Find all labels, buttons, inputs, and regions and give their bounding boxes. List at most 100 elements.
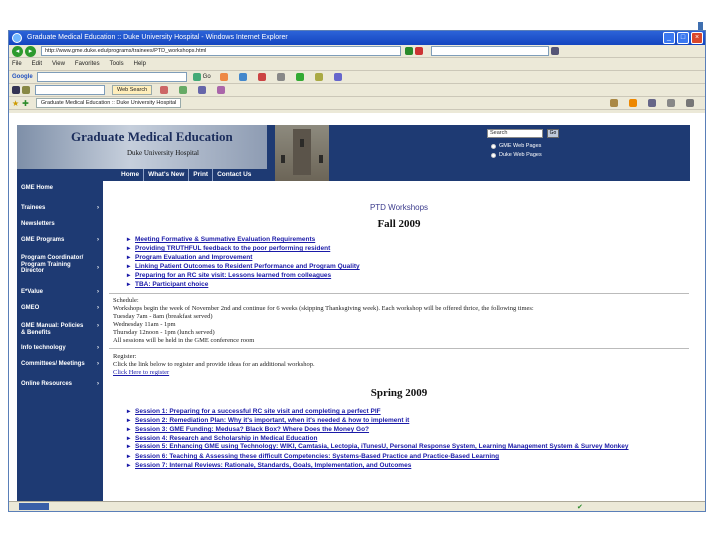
fall-heading: Fall 2009 [377, 218, 421, 230]
toolbar-tool[interactable] [295, 73, 306, 81]
site-sidebar: GME Home Trainees › Newsletters GME Progr… [17, 181, 103, 511]
google-toolbar: Google Go [9, 71, 705, 84]
browser-window: Graduate Medical Education :: Duke Unive… [8, 30, 706, 512]
sidebar-item-gmeo[interactable]: GMEO › [21, 305, 99, 312]
main-content: PTD Workshops Fall 2009 Meeting Formativ… [109, 181, 689, 511]
back-arrow-icon[interactable]: ◂ [12, 45, 23, 57]
forward-arrow-icon[interactable]: ▸ [25, 45, 36, 57]
menu-file[interactable]: File [12, 61, 22, 67]
toolbar-tool[interactable] [314, 73, 325, 81]
fall-workshop-link[interactable]: Meeting Formative & Summative Evaluation… [127, 235, 360, 244]
fall-workshop-list: Meeting Formative & Summative Evaluation… [127, 235, 360, 289]
chevron-right-icon: › [97, 305, 99, 311]
toolbar-tool[interactable] [179, 86, 189, 94]
sidebar-item-committees[interactable]: Committees/ Meetings › [21, 361, 99, 368]
sidebar-item-program-coordinator[interactable]: Program Coordinator/ Program Training Di… [21, 255, 99, 275]
menu-bar: File Edit View Favorites Tools Help [9, 58, 705, 71]
add-favorite-icon[interactable]: ✚ [22, 99, 29, 108]
spring-session-link[interactable]: Session 2: Remediation Plan: Why it's im… [127, 416, 687, 425]
radio-duke-web-pages[interactable]: Duke Web Pages [491, 152, 542, 158]
toolbar-tool[interactable] [198, 86, 208, 94]
sidebar-item-gme-manual[interactable]: GME Manual: Policies & Benefits › [21, 323, 99, 336]
toolbar-tool[interactable] [276, 73, 287, 81]
sidebar-item-trainees[interactable]: Trainees › [21, 205, 99, 212]
fall-workshop-link[interactable]: Providing TRUTHFUL feedback to the poor … [127, 244, 360, 253]
divider [109, 348, 689, 349]
toolbar-tool[interactable] [219, 73, 230, 81]
chevron-right-icon: › [97, 323, 99, 329]
page-menu-icon[interactable] [667, 99, 677, 107]
register-link[interactable]: Click Here to register [113, 369, 315, 377]
site-top-nav: Home What's New Print Contact Us [117, 169, 255, 181]
spring-session-link[interactable]: Session 4: Research and Scholarship in M… [127, 434, 687, 443]
radio-icon[interactable] [491, 143, 496, 149]
sidebar-item-info-technology[interactable]: Info technology › [21, 345, 99, 352]
address-bar[interactable]: http://www.gme.duke.edu/programs/trainee… [41, 46, 401, 56]
divider [109, 293, 689, 294]
dropdown-icon[interactable] [22, 86, 30, 94]
chevron-right-icon: › [97, 345, 99, 351]
go-arrow-icon[interactable] [405, 47, 413, 55]
chevron-right-icon: › [97, 205, 99, 211]
site-search-input[interactable]: Search [487, 129, 543, 138]
presentation-slide: Graduate Medical Education :: Duke Unive… [0, 0, 720, 540]
toolbar-tool[interactable] [238, 73, 249, 81]
nav-home[interactable]: Home [117, 169, 145, 181]
toolbar-search-field[interactable] [35, 85, 105, 95]
site-search-go-button[interactable]: Go [547, 129, 559, 138]
spring-session-link[interactable]: Session 1: Preparing for a successful RC… [127, 407, 687, 416]
spring-session-list: Session 1: Preparing for a successful RC… [127, 407, 687, 470]
site-title: Graduate Medical Education [71, 129, 233, 144]
home-icon[interactable] [610, 99, 620, 107]
nav-print[interactable]: Print [189, 169, 214, 181]
radio-gme-web-pages[interactable]: GME Web Pages [491, 143, 541, 149]
favorites-star-icon[interactable]: ★ [12, 99, 19, 108]
sidebar-item-evalue[interactable]: E*Value › [21, 289, 99, 296]
toolbar-tool[interactable] [217, 86, 227, 94]
minimize-button[interactable]: _ [663, 32, 675, 44]
sidebar-item-gme-programs[interactable]: GME Programs › [21, 237, 99, 244]
toolbar-tool[interactable] [257, 73, 268, 81]
browser-tab[interactable]: Graduate Medical Education :: Duke Unive… [35, 98, 182, 108]
tab-bar: ★ ✚ Graduate Medical Education :: Duke U… [9, 97, 705, 110]
menu-help[interactable]: Help [134, 61, 146, 67]
fall-workshop-link[interactable]: Linking Patient Outcomes to Resident Per… [127, 262, 360, 271]
sidebar-item-online-resources[interactable]: Online Resources › [21, 381, 99, 388]
security-ok-icon: ✔ [577, 504, 583, 511]
web-search-button[interactable]: Web Search [112, 85, 153, 95]
fall-workshop-link[interactable]: Program Evaluation and Improvement [127, 253, 360, 262]
tools-menu-icon[interactable] [686, 99, 696, 107]
spring-session-link[interactable]: Session 5: Enhancing GME using Technolog… [127, 443, 687, 452]
address-toolbar: ◂ ▸ http://www.gme.duke.edu/programs/tra… [9, 45, 705, 58]
yahoo-toolbar: Web Search [9, 84, 705, 97]
toolbar-tool[interactable] [333, 73, 344, 81]
feeds-icon[interactable] [629, 99, 639, 107]
spring-session-link[interactable]: Session 7: Internal Reviews: Rationale, … [127, 461, 687, 470]
menu-favorites[interactable]: Favorites [75, 61, 100, 67]
fall-workshop-link[interactable]: Preparing for an RC site visit: Lessons … [127, 271, 360, 280]
spring-session-link[interactable]: Session 6: Teaching & Assessing these di… [127, 452, 687, 461]
toolbar-tool[interactable]: Go [192, 73, 211, 81]
google-search-input[interactable] [36, 72, 187, 82]
register-line: Register: [113, 353, 137, 360]
nav-whats-new[interactable]: What's New [144, 169, 190, 181]
menu-view[interactable]: View [52, 61, 65, 67]
spring-session-link[interactable]: Session 3: GME Funding: Medusa? Black Bo… [127, 425, 687, 434]
sidebar-item-gme-home[interactable]: GME Home [21, 185, 99, 192]
radio-icon[interactable] [491, 152, 496, 158]
maximize-button[interactable]: □ [677, 32, 689, 44]
menu-edit[interactable]: Edit [32, 61, 42, 67]
fall-workshop-link[interactable]: TBA: Participant choice [127, 280, 360, 289]
close-button[interactable]: × [691, 32, 703, 44]
menu-tools[interactable]: Tools [110, 61, 124, 67]
stop-icon[interactable] [415, 47, 423, 55]
schedule-line: Workshops begin the week of November 2nd… [113, 305, 534, 312]
chevron-right-icon: › [97, 289, 99, 295]
nav-contact-us[interactable]: Contact Us [213, 169, 255, 181]
search-icon[interactable] [551, 47, 559, 55]
schedule-line: Thursday 12noon - 1pm (lunch served) [113, 329, 215, 336]
toolbar-tool[interactable] [160, 86, 170, 94]
live-search-input[interactable] [431, 46, 549, 56]
sidebar-item-newsletters[interactable]: Newsletters [21, 221, 99, 228]
print-icon[interactable] [648, 99, 658, 107]
